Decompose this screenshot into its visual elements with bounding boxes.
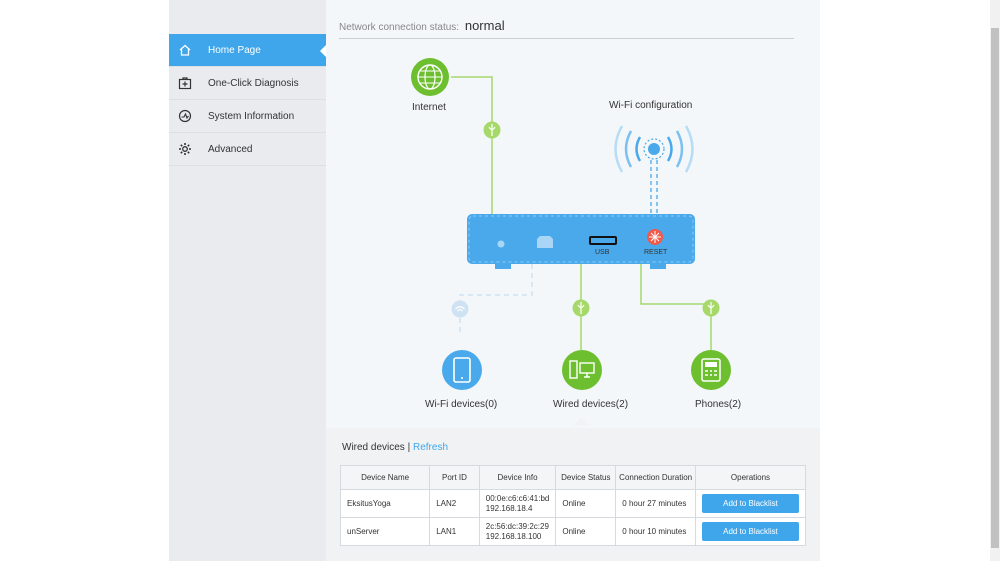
wifi-devices-connection-line [459, 264, 533, 333]
add-to-blacklist-button[interactable]: Add to Blacklist [701, 522, 799, 541]
table-row: EksitusYoga LAN2 00:0e:c6:c6:41:bd 192.1… [339, 489, 807, 518]
reset-button-label: RESET [644, 249, 668, 256]
gear-icon [178, 142, 192, 156]
device-mac: 00:0e:c6:c6:41:bd [485, 493, 550, 503]
device-info-cell: 2c:56:dc:39:2c:29 192.168.18.100 [478, 517, 557, 546]
sidebar-item-advanced[interactable]: Advanced [169, 133, 326, 166]
internet-connection-line [451, 76, 493, 214]
device-ip: 192.168.18.4 [485, 503, 533, 513]
column-header-port-id: Port ID [429, 465, 480, 490]
wired-devices-link-badge [572, 299, 590, 317]
device-status-cell: Online [555, 489, 617, 518]
sidebar-item-home-page[interactable]: Home Page [169, 34, 326, 67]
wifi-antenna-icon [614, 125, 694, 173]
sidebar-item-label: Advanced [208, 143, 253, 155]
connection-duration-cell: 0 hour 10 minutes [615, 517, 696, 546]
wifi-devices-link[interactable]: Wi-Fi devices(0) [425, 399, 497, 410]
panel-title-text: Wired devices [342, 442, 405, 453]
phones-link-badge [702, 299, 720, 317]
port-id-cell: LAN1 [429, 517, 480, 546]
wifi-configuration-link[interactable]: Wi-Fi configuration [609, 100, 692, 111]
sidebar: Home Page One-Click Diagnosis System Inf… [169, 0, 326, 561]
table-row: unServer LAN1 2c:56:dc:39:2c:29 192.168.… [339, 517, 807, 546]
wifi-devices-link-badge [451, 300, 469, 318]
device-mac: 2c:56:dc:39:2c:29 [485, 521, 549, 531]
router-device [467, 214, 695, 269]
network-status-bar: Network connection status: normal [339, 18, 794, 39]
wired-devices-panel: Wired devices | Refresh Device Name Port… [326, 428, 820, 561]
sidebar-item-label: Home Page [208, 44, 261, 56]
first-aid-icon [178, 76, 192, 90]
column-header-operations: Operations [694, 465, 807, 490]
device-ip: 192.168.18.100 [485, 531, 542, 541]
wired-devices-selected-pointer [573, 418, 589, 425]
device-status-cell: Online [555, 517, 617, 546]
sidebar-item-system-information[interactable]: System Information [169, 100, 326, 133]
internet-globe-icon [411, 58, 449, 96]
wired-devices-panel-title: Wired devices | Refresh [342, 442, 448, 453]
wifi-devices-tablet-icon [442, 350, 482, 390]
refresh-link[interactable]: Refresh [413, 442, 448, 453]
column-header-device-status: Device Status [555, 465, 617, 490]
network-topology-diagram: Internet Wi-Fi configuration USB RESET W… [326, 40, 820, 425]
phones-connection-line [640, 264, 712, 350]
sidebar-item-label: System Information [208, 110, 295, 122]
table-header-row: Device Name Port ID Device Info Device S… [339, 465, 807, 490]
usb-port-label: USB [595, 249, 610, 256]
column-header-device-name: Device Name [339, 465, 431, 490]
internet-label: Internet [412, 102, 446, 113]
column-header-connection-duration: Connection Duration [615, 465, 696, 490]
wired-devices-table: Device Name Port ID Device Info Device S… [339, 465, 807, 546]
phones-telephone-icon [691, 350, 731, 390]
page-scrollbar[interactable] [990, 0, 1000, 561]
network-status-value: normal [464, 18, 505, 33]
operations-cell: Add to Blacklist [694, 517, 807, 546]
gauge-icon [178, 109, 192, 123]
connection-duration-cell: 0 hour 27 minutes [615, 489, 696, 518]
scrollbar-thumb[interactable] [991, 28, 999, 548]
column-header-device-info: Device Info [478, 465, 557, 490]
sidebar-item-one-click-diagnosis[interactable]: One-Click Diagnosis [169, 67, 326, 100]
phones-link[interactable]: Phones(2) [695, 399, 741, 410]
device-name-cell: EksitusYoga [339, 489, 431, 518]
sidebar-item-label: One-Click Diagnosis [208, 77, 299, 89]
device-info-cell: 00:0e:c6:c6:41:bd 192.168.18.4 [478, 489, 557, 518]
wired-devices-computer-icon [562, 350, 602, 390]
main-content: Network connection status: normal Intern… [326, 0, 820, 561]
add-to-blacklist-button[interactable]: Add to Blacklist [701, 494, 799, 513]
operations-cell: Add to Blacklist [694, 489, 807, 518]
network-status-label: Network connection status: [339, 22, 460, 33]
wired-devices-link[interactable]: Wired devices(2) [553, 399, 628, 410]
wifi-config-connection-line [650, 160, 658, 214]
device-name-cell: unServer [339, 517, 431, 546]
panel-title-separator: | [407, 442, 411, 453]
port-id-cell: LAN2 [429, 489, 480, 518]
home-icon [178, 43, 192, 57]
internet-link-badge [483, 121, 501, 139]
